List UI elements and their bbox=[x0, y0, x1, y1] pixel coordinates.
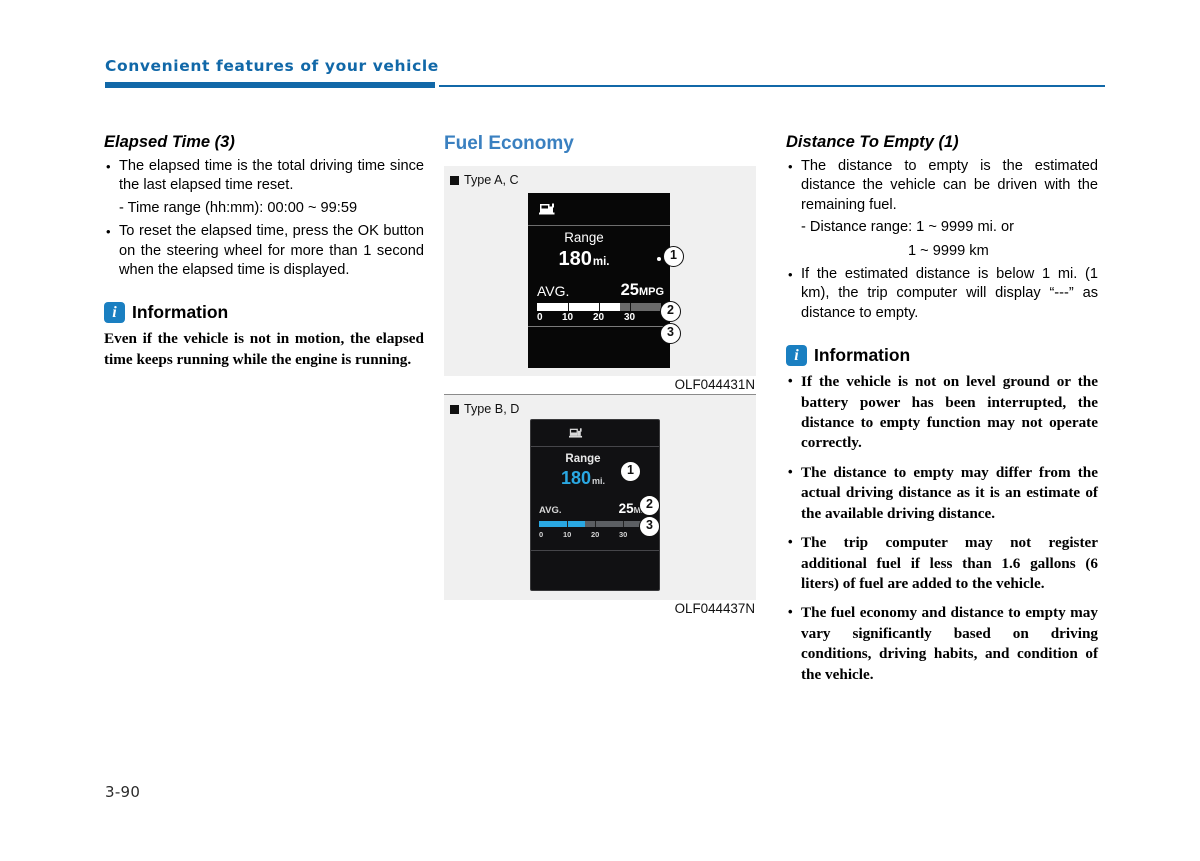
display-mpg-number: 25 bbox=[618, 501, 634, 516]
display-footer-divider bbox=[528, 326, 670, 327]
list-item: If the vehicle is not on level ground or… bbox=[786, 371, 1098, 454]
information-block-right: i Information If the vehicle is not on l… bbox=[786, 345, 1098, 685]
fuel-pump-icon bbox=[569, 428, 583, 438]
header-rule-thick bbox=[105, 82, 435, 88]
figure-type-label-a: Type A, C bbox=[450, 172, 519, 188]
display-range-number: 180 bbox=[558, 248, 592, 270]
distance-range-note-2: 1 ~ 9999 km bbox=[908, 242, 989, 259]
distance-bullet-list-2: If the estimated distance is below 1 mi.… bbox=[786, 265, 1098, 323]
section-heading-elapsed-time: Elapsed Time (3) bbox=[104, 133, 235, 151]
callout-2: 2 bbox=[660, 301, 681, 322]
gauge-tick bbox=[599, 303, 600, 311]
distance-range-note: - Distance range: 1 ~ 9999 mi. or bbox=[801, 219, 1014, 236]
display-mpg-unit: MPG bbox=[638, 286, 664, 298]
display-avg-label: AVG. bbox=[539, 505, 562, 516]
display-mpg-value: 25MPG bbox=[621, 281, 664, 302]
display-range-value: 180mi. bbox=[528, 247, 640, 274]
gauge-tick bbox=[630, 303, 631, 311]
gauge-tick-label: 20 bbox=[593, 312, 605, 323]
display-gauge-tick-labels: 0 10 20 30 bbox=[539, 529, 651, 540]
information-header: i Information bbox=[104, 302, 424, 324]
elapsed-time-bullet-list-2: To reset the elapsed time, press the OK … bbox=[104, 222, 424, 280]
section-heading-distance-to-empty: Distance To Empty (1) bbox=[786, 133, 959, 151]
gauge-tick-label: 0 bbox=[537, 312, 543, 323]
display-range-unit: mi. bbox=[592, 256, 610, 268]
page-number: 3-90 bbox=[105, 783, 141, 801]
callout-2: 2 bbox=[639, 495, 660, 516]
gauge-fill bbox=[539, 521, 585, 527]
information-block-left: i Information Even if the vehicle is not… bbox=[104, 302, 424, 370]
gauge-tick-label: 0 bbox=[539, 530, 544, 539]
list-item: The trip computer may not register addit… bbox=[786, 532, 1098, 594]
callout-1: 1 bbox=[663, 246, 684, 267]
gauge-tick-label: 20 bbox=[591, 530, 600, 539]
display-gauge-tick-labels: 0 10 20 30 bbox=[537, 312, 661, 324]
information-title: Information bbox=[814, 345, 911, 366]
bullet-square-icon bbox=[450, 175, 459, 185]
middle-column: Fuel Economy Type A, C Range 180mi. AVG.… bbox=[444, 132, 756, 617]
cluster-display-type-a-c: Range 180mi. AVG. 25MPG 0 10 20 30 bbox=[528, 193, 670, 368]
gauge-tick-label: 10 bbox=[562, 312, 574, 323]
callout-1: 1 bbox=[620, 461, 641, 482]
figure-caption-b: OLF044437N bbox=[674, 601, 755, 616]
list-item: If the estimated distance is below 1 mi.… bbox=[786, 265, 1098, 323]
display-mpg-number: 25 bbox=[620, 281, 639, 299]
display-header-divider bbox=[531, 446, 659, 447]
list-item: To reset the elapsed time, press the OK … bbox=[104, 222, 424, 280]
figure-type-a-c: Type A, C Range 180mi. AVG. 25MPG 0 10 2… bbox=[444, 166, 756, 376]
gauge-tick bbox=[568, 303, 569, 311]
gauge-tick bbox=[567, 521, 568, 527]
gauge-fill bbox=[537, 303, 621, 311]
list-item: The fuel economy and distance to empty m… bbox=[786, 602, 1098, 685]
callout-3: 3 bbox=[660, 323, 681, 344]
information-header: i Information bbox=[786, 345, 1098, 367]
list-item: The distance to empty is the estimated d… bbox=[786, 157, 1098, 215]
gauge-tick bbox=[623, 521, 624, 527]
display-range-label: Range bbox=[564, 230, 604, 245]
information-title: Information bbox=[132, 302, 229, 323]
figure-type-b-d: Type B, D Range 180mi. AVG. 25MPG bbox=[444, 395, 756, 600]
distance-bullet-list: The distance to empty is the estimated d… bbox=[786, 157, 1098, 215]
display-header-divider bbox=[528, 225, 670, 226]
gauge-tick-label: 30 bbox=[624, 312, 636, 323]
page-title: Convenient features of your vehicle bbox=[105, 57, 439, 75]
display-range-unit: mi. bbox=[592, 476, 606, 486]
page-header: Convenient features of your vehicle bbox=[105, 56, 1105, 94]
left-column: Elapsed Time (3) The elapsed time is the… bbox=[104, 132, 424, 370]
display-footer-divider bbox=[531, 550, 659, 551]
elapsed-time-bullet-list: The elapsed time is the total driving ti… bbox=[104, 157, 424, 196]
figure-type-label-a-text: Type A, C bbox=[464, 173, 519, 187]
figure-type-label-b: Type B, D bbox=[450, 401, 519, 417]
display-avg-label: AVG. bbox=[537, 283, 570, 299]
gauge-tick-label: 30 bbox=[619, 530, 628, 539]
display-range-number: 180 bbox=[560, 468, 592, 488]
fuel-pump-icon bbox=[539, 203, 555, 215]
section-heading-fuel-economy: Fuel Economy bbox=[444, 133, 574, 154]
information-paragraph: Even if the vehicle is not in motion, th… bbox=[104, 330, 424, 368]
right-column: Distance To Empty (1) The distance to em… bbox=[786, 132, 1098, 685]
display-range-label: Range bbox=[565, 453, 601, 465]
information-bullet-list: If the vehicle is not on level ground or… bbox=[786, 371, 1098, 685]
display-fuel-economy-gauge bbox=[537, 303, 661, 311]
info-icon: i bbox=[786, 345, 807, 367]
figure-type-label-b-text: Type B, D bbox=[464, 402, 520, 416]
bullet-square-icon bbox=[450, 404, 459, 414]
display-indicator-dot bbox=[657, 257, 661, 261]
gauge-tick-label: 10 bbox=[563, 530, 572, 539]
figure-caption-a: OLF044431N bbox=[674, 377, 755, 392]
elapsed-time-range-note: - Time range (hh:mm): 00:00 ~ 99:59 bbox=[119, 199, 358, 216]
info-icon: i bbox=[104, 302, 125, 324]
callout-3: 3 bbox=[639, 516, 660, 537]
gauge-tick bbox=[595, 521, 596, 527]
list-item: The elapsed time is the total driving ti… bbox=[104, 157, 424, 196]
header-rule-thin bbox=[439, 85, 1105, 87]
display-fuel-economy-gauge bbox=[539, 521, 651, 527]
list-item: The distance to empty may differ from th… bbox=[786, 462, 1098, 524]
